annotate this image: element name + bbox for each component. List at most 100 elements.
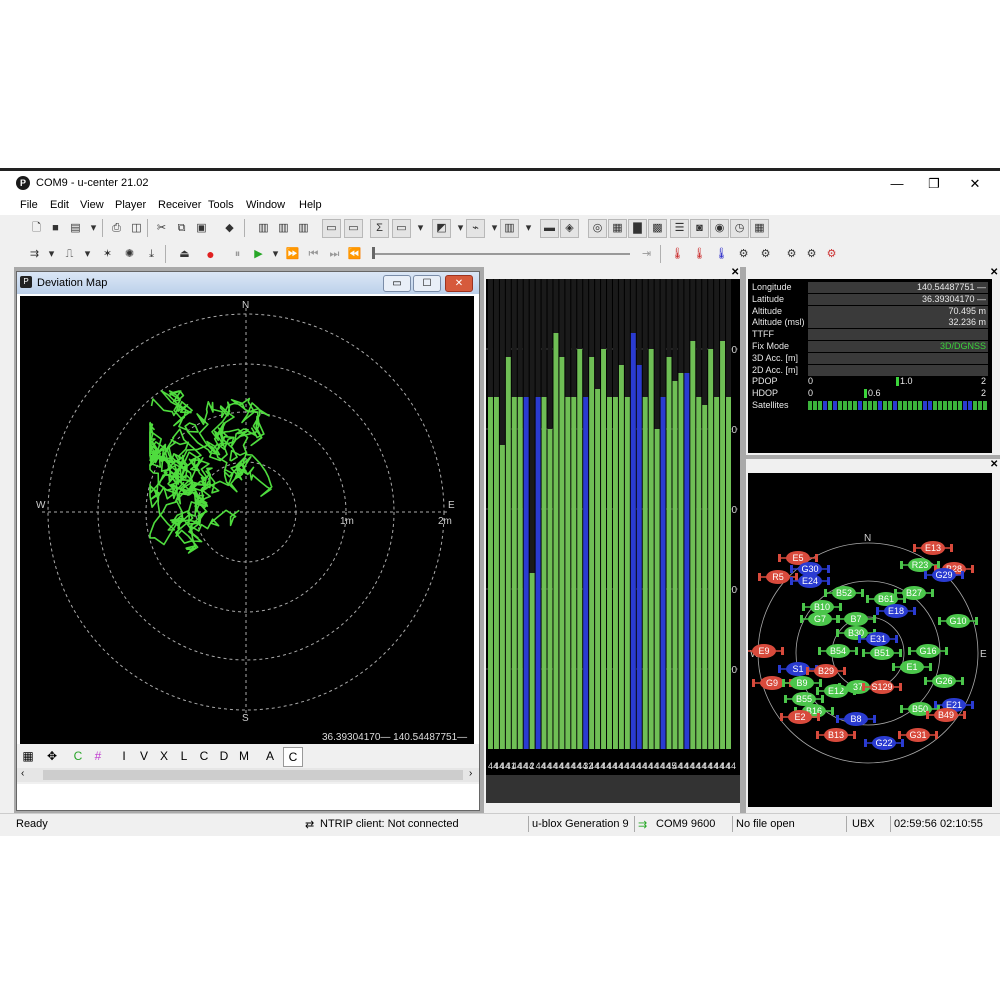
settings-icon[interactable]: ▦ — [750, 219, 769, 238]
button-l[interactable]: L — [175, 747, 193, 765]
end-icon[interactable]: ⇥ — [637, 245, 656, 264]
print-icon[interactable]: ⎙ — [107, 219, 126, 238]
minimize-button[interactable]: ▭ — [383, 275, 411, 292]
signal-icon[interactable]: ▇ — [628, 219, 647, 238]
svg-text:E1: E1 — [906, 662, 917, 672]
console-icon[interactable]: ▬ — [540, 219, 559, 238]
restore-button[interactable]: ❐ — [917, 174, 951, 194]
close-icon[interactable]: ✕ — [990, 459, 998, 470]
map-icon[interactable]: ▩ — [648, 219, 667, 238]
pause-icon[interactable]: ⏸ — [228, 245, 247, 264]
minimize-button[interactable]: — — [880, 174, 914, 194]
button-i[interactable]: I — [115, 747, 133, 765]
step-forward-icon[interactable]: ⏭ — [325, 245, 344, 264]
cut-icon[interactable]: ✂ — [152, 219, 171, 238]
print-preview-icon[interactable]: ◫ — [127, 219, 146, 238]
satellite-indicator — [948, 401, 952, 410]
signal-pane: ✕ 50 40 30 20 10 44 44 44 41 44 44 44 2 44 44 44 44 44 44 4… — [484, 267, 740, 813]
button-v[interactable]: V — [135, 747, 153, 765]
scroll-left-icon[interactable]: ‹ — [21, 768, 24, 779]
button-d[interactable]: D — [215, 747, 233, 765]
hot-start-icon[interactable]: 🌡 — [668, 245, 687, 264]
dropdown-icon[interactable]: ▾ — [78, 245, 97, 264]
menu-file[interactable]: File — [20, 199, 38, 211]
autobaud-icon[interactable]: ✶ — [98, 245, 117, 264]
config-icon[interactable]: ⚙ — [734, 245, 753, 264]
dial-icon[interactable]: ◉ — [710, 219, 729, 238]
doc-icon[interactable]: ▥ — [254, 219, 273, 238]
doc3-icon[interactable]: ▥ — [294, 219, 313, 238]
pan-icon[interactable]: ✥ — [43, 747, 61, 765]
baudrate-icon[interactable]: ⎍ — [60, 245, 79, 264]
panel-icon[interactable]: ▭ — [392, 219, 411, 238]
graph-icon[interactable]: ⌁ — [466, 219, 485, 238]
horizontal-scrollbar[interactable]: ‹ › — [17, 768, 479, 782]
menu-edit[interactable]: Edit — [50, 199, 69, 211]
clock-icon[interactable]: ◷ — [730, 219, 749, 238]
record-icon[interactable]: ● — [201, 245, 220, 264]
status-ntrip[interactable]: NTRIP client: Not connected — [320, 818, 459, 830]
button-x[interactable]: X — [155, 747, 173, 765]
dropdown-icon[interactable]: ▾ — [42, 245, 61, 264]
dropdown-icon[interactable]: ▾ — [519, 219, 538, 238]
menu-tools[interactable]: Tools — [208, 199, 234, 211]
menu-receiver[interactable]: Receiver — [158, 199, 201, 211]
button-m[interactable]: M — [235, 747, 253, 765]
button-a[interactable]: A — [261, 747, 279, 765]
scroll-right-icon[interactable]: › — [469, 768, 472, 779]
menu-view[interactable]: View — [80, 199, 104, 211]
close-button[interactable]: ✕ — [958, 174, 992, 194]
config2-icon[interactable]: ⚙ — [756, 245, 775, 264]
bars-icon[interactable]: ▥ — [500, 219, 519, 238]
satellite-indicator — [813, 401, 817, 410]
rewind-icon[interactable]: ⏪ — [345, 245, 364, 264]
status-port[interactable]: COM9 9600 — [656, 818, 715, 830]
copy-icon[interactable]: ⧉ — [172, 219, 191, 238]
gear2-icon[interactable]: ⚙ — [802, 245, 821, 264]
cold-start-icon[interactable]: 🌡 — [712, 245, 731, 264]
download-icon[interactable]: ⤓ — [142, 245, 161, 264]
curve-button[interactable]: C — [69, 747, 87, 765]
button-c[interactable]: C — [195, 747, 213, 765]
packet-icon[interactable]: ◈ — [560, 219, 579, 238]
close-button[interactable]: ✕ — [445, 275, 473, 292]
gear-icon[interactable]: ✺ — [120, 245, 139, 264]
list-icon[interactable]: ☰ — [670, 219, 689, 238]
dop-row: PDOP 0 1.0 2 — [752, 376, 988, 387]
view-icon[interactable]: ▭ — [322, 219, 341, 238]
save-icon[interactable]: ■ — [46, 219, 65, 238]
button-c-toggle[interactable]: C — [283, 747, 303, 767]
dropdown-icon[interactable]: ▾ — [411, 219, 430, 238]
menu-help[interactable]: Help — [299, 199, 322, 211]
gear3-icon[interactable]: ⚙ — [822, 245, 841, 264]
maximize-button[interactable]: ☐ — [413, 275, 441, 292]
grid-button[interactable]: # — [89, 747, 107, 765]
menu-player[interactable]: Player — [115, 199, 146, 211]
chart-icon[interactable]: ◩ — [432, 219, 451, 238]
menu-window[interactable]: Window — [246, 199, 285, 211]
playback-slider[interactable] — [372, 253, 630, 255]
scroll-thumb[interactable] — [43, 770, 463, 780]
new-icon[interactable]: 🗋 — [27, 219, 46, 238]
deviation-map-titlebar[interactable]: P Deviation Map ▭ ☐ ✕ — [17, 272, 479, 294]
deviation-map-canvas[interactable]: N S E W 1m 2m 36.39304170— 140.54487751— — [20, 296, 474, 746]
dropdown-icon[interactable]: ▾ — [84, 219, 103, 238]
doc2-icon[interactable]: ▥ — [274, 219, 293, 238]
playback-slider-thumb[interactable] — [372, 247, 375, 259]
table-icon[interactable]: ▦ — [608, 219, 627, 238]
view2-icon[interactable]: ▭ — [344, 219, 363, 238]
open-icon[interactable]: ▤ — [66, 219, 85, 238]
tool-icon[interactable]: ◆ — [220, 219, 239, 238]
sky-icon[interactable]: ◎ — [588, 219, 607, 238]
close-icon[interactable]: ✕ — [990, 267, 998, 278]
paste-icon[interactable]: ▣ — [192, 219, 211, 238]
camera-icon[interactable]: ◙ — [690, 219, 709, 238]
close-icon[interactable]: ✕ — [731, 267, 739, 278]
step-back-icon[interactable]: ⏮ — [304, 245, 323, 264]
fast-forward-icon[interactable]: ⏩ — [283, 245, 302, 264]
layers-icon[interactable]: ▦ — [19, 747, 37, 765]
eject-icon[interactable]: ⏏ — [175, 245, 194, 264]
sigma-icon[interactable]: Σ — [370, 219, 389, 238]
gear-icon[interactable]: ⚙ — [782, 245, 801, 264]
warm-start-icon[interactable]: 🌡 — [690, 245, 709, 264]
